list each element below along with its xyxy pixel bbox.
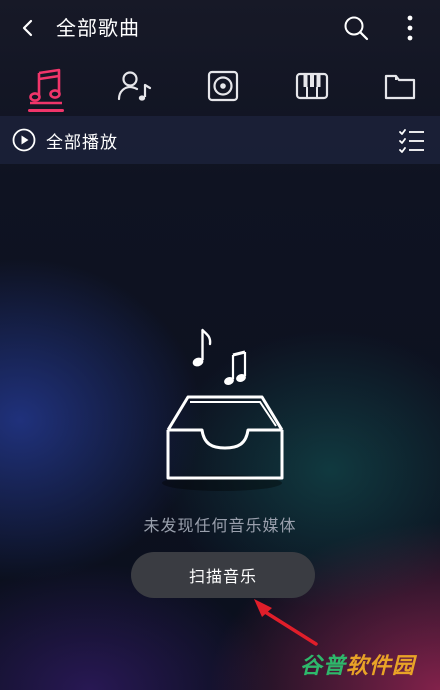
tab-albums[interactable] <box>203 66 243 106</box>
tab-genres[interactable] <box>292 66 332 106</box>
site-watermark: 谷普软件园 <box>300 648 415 680</box>
back-button[interactable] <box>12 12 44 44</box>
watermark-part-b: 软件园 <box>346 654 416 679</box>
empty-box-icon <box>162 328 284 491</box>
folder-icon <box>384 74 416 100</box>
more-options-button[interactable] <box>394 12 426 44</box>
tab-songs[interactable] <box>26 66 66 112</box>
watermark-part-a: 谷普 <box>300 654 347 679</box>
multi-select-button[interactable] <box>398 128 426 154</box>
piano-icon <box>295 72 329 100</box>
search-button[interactable] <box>340 12 372 44</box>
play-all-bar: 全部播放 <box>0 116 440 164</box>
checklist-icon <box>399 129 424 153</box>
album-icon <box>207 70 239 102</box>
annotation-arrow-icon <box>254 599 318 646</box>
tab-artists[interactable] <box>115 66 155 106</box>
top-bar: 全部歌曲 <box>0 0 440 56</box>
search-icon <box>344 16 369 41</box>
more-vertical-icon <box>407 15 413 41</box>
artist-icon <box>117 71 152 101</box>
music-notes-icon <box>192 328 247 385</box>
play-all-button[interactable]: 全部播放 <box>12 128 118 153</box>
chevron-left-icon <box>22 19 33 37</box>
play-all-label: 全部播放 <box>46 132 118 153</box>
tab-folders[interactable] <box>380 66 420 106</box>
empty-state-message: 未发现任何音乐媒体 <box>143 516 297 535</box>
page-title: 全部歌曲 <box>56 16 140 40</box>
play-circle-icon <box>12 128 36 152</box>
category-tabs <box>0 60 440 112</box>
music-note-icon <box>29 68 62 105</box>
app-screen: 全部歌曲 全部播放 未发现任何音乐媒体 扫描音乐 谷普软件园 <box>0 0 440 690</box>
